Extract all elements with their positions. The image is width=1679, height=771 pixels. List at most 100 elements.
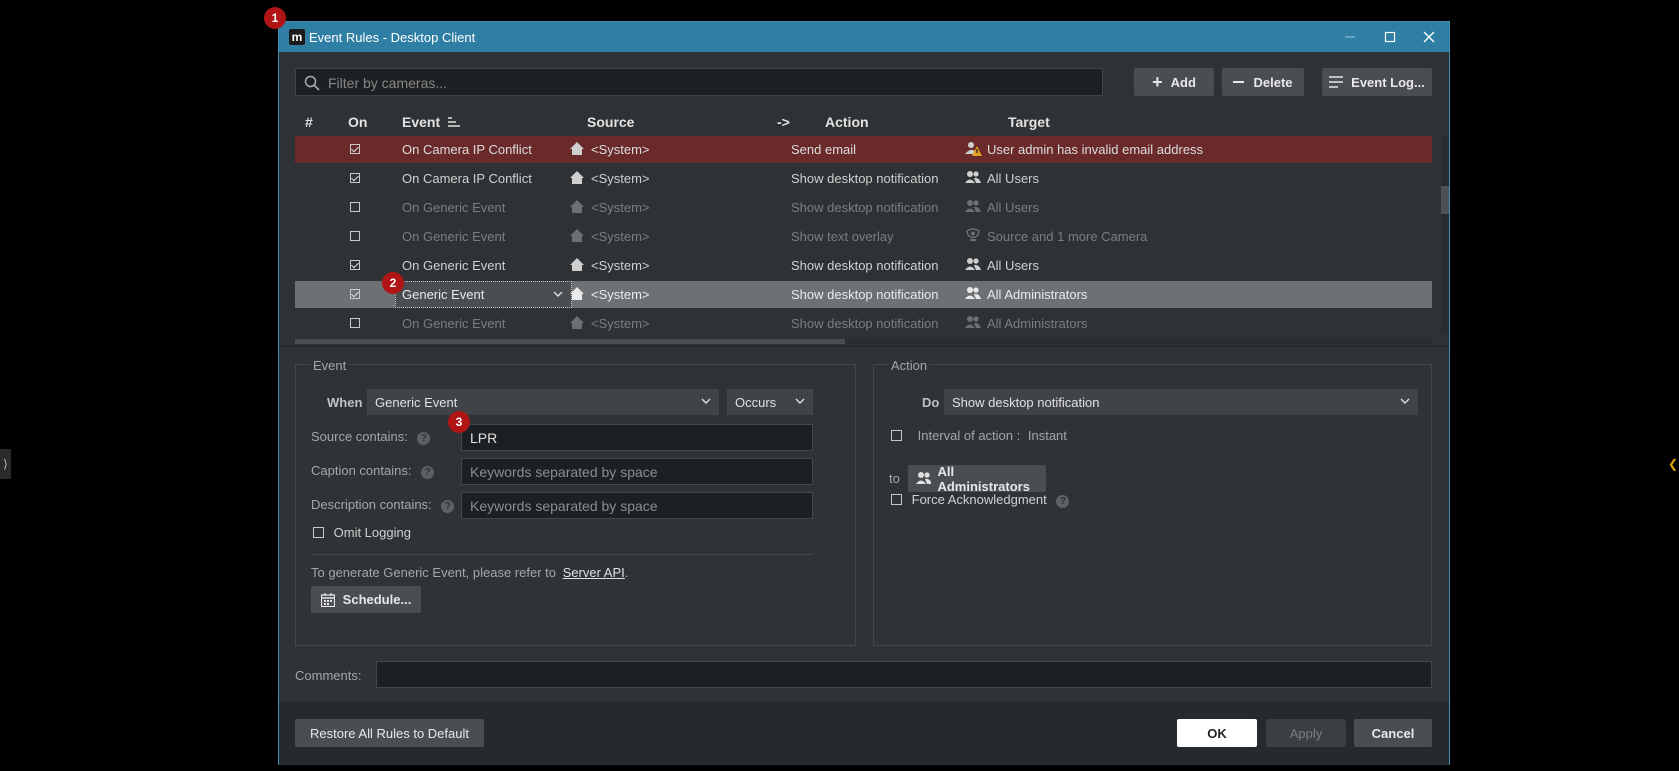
schedule-button[interactable]: Schedule... bbox=[311, 586, 421, 613]
restore-defaults-button[interactable]: Restore All Rules to Default bbox=[295, 719, 484, 747]
vertical-scrollbar-thumb[interactable] bbox=[1441, 186, 1449, 214]
table-row[interactable]: On Generic Event <System> Show desktop n… bbox=[295, 194, 1432, 221]
omit-logging-checkbox[interactable]: Omit Logging bbox=[313, 525, 411, 540]
help-icon[interactable]: ? bbox=[417, 432, 431, 445]
interval-checkbox[interactable]: Interval of action : Instant bbox=[891, 428, 1067, 443]
column-header-action[interactable]: Action bbox=[825, 114, 869, 130]
rule-action: Show desktop notification bbox=[791, 200, 939, 215]
caption-contains-input[interactable] bbox=[462, 459, 812, 484]
camera-icon bbox=[965, 228, 981, 243]
table-row[interactable]: On Generic Event <System> Show text over… bbox=[295, 223, 1432, 250]
column-header-target[interactable]: Target bbox=[1008, 114, 1050, 130]
cancel-button[interactable]: Cancel bbox=[1354, 719, 1432, 747]
description-contains-field[interactable] bbox=[461, 492, 813, 519]
ok-button[interactable]: OK bbox=[1177, 719, 1257, 747]
rule-target: All Administrators bbox=[987, 287, 1088, 302]
rule-target: User admin has invalid email address bbox=[987, 142, 1204, 157]
calendar-icon bbox=[320, 592, 335, 607]
server-api-link[interactable]: Server API bbox=[563, 565, 625, 580]
camera-filter[interactable] bbox=[295, 68, 1103, 97]
apply-button[interactable]: Apply bbox=[1266, 719, 1346, 747]
caption-contains-field[interactable] bbox=[461, 458, 813, 485]
column-header-source[interactable]: Source bbox=[587, 114, 634, 130]
horizontal-scrollbar-thumb[interactable] bbox=[295, 339, 845, 344]
camera-filter-input[interactable] bbox=[326, 69, 1090, 97]
help-icon[interactable]: ? bbox=[1056, 495, 1070, 508]
table-row[interactable]: On Generic Event <System> Show desktop n… bbox=[295, 252, 1432, 279]
close-button[interactable] bbox=[1414, 25, 1444, 49]
rule-action: Show desktop notification bbox=[791, 287, 939, 302]
event-log-button[interactable]: Event Log... bbox=[1322, 68, 1432, 96]
list-icon bbox=[1329, 76, 1344, 88]
api-info-prefix: To generate Generic Event, please refer … bbox=[311, 565, 556, 580]
chevron-down-icon bbox=[701, 398, 711, 404]
omit-logging-check[interactable] bbox=[313, 527, 324, 538]
event-type-combo[interactable]: Generic Event bbox=[367, 389, 719, 415]
action-type-combo[interactable]: Show desktop notification bbox=[944, 389, 1418, 415]
event-type-inline-combo[interactable]: Generic Event bbox=[395, 281, 572, 308]
right-panel-handle[interactable]: ❮ bbox=[1668, 452, 1679, 476]
rule-enabled-checkbox[interactable] bbox=[350, 231, 360, 241]
caption-contains-label: Caption contains: ? bbox=[311, 463, 435, 479]
event-state-combo[interactable]: Occurs bbox=[727, 389, 813, 415]
users-icon bbox=[965, 257, 981, 272]
rule-target: All Administrators bbox=[987, 316, 1088, 331]
column-header-on[interactable]: On bbox=[348, 114, 367, 130]
interval-label: Interval of action : bbox=[917, 428, 1021, 443]
table-row[interactable]: On Camera IP Conflict <System> Show desk… bbox=[295, 165, 1432, 192]
source-contains-input[interactable] bbox=[462, 425, 812, 450]
delete-button-label: Delete bbox=[1253, 74, 1293, 90]
force-acknowledgment-check[interactable] bbox=[891, 494, 902, 505]
interval-check[interactable] bbox=[891, 430, 902, 441]
left-panel-handle[interactable]: ⟩ bbox=[0, 449, 11, 479]
help-icon[interactable]: ? bbox=[421, 466, 435, 479]
rule-enabled-checkbox[interactable] bbox=[350, 289, 360, 299]
plus-icon: + bbox=[1152, 72, 1163, 92]
table-row[interactable]: On Generic Event <System> Show desktop n… bbox=[295, 310, 1432, 334]
warning-user-icon bbox=[965, 141, 983, 157]
rule-enabled-checkbox[interactable] bbox=[350, 202, 360, 212]
divider bbox=[311, 554, 813, 555]
schedule-button-label: Schedule... bbox=[342, 592, 412, 607]
users-icon bbox=[965, 315, 981, 330]
rule-enabled-checkbox[interactable] bbox=[350, 318, 360, 328]
delete-button[interactable]: Delete bbox=[1222, 68, 1304, 96]
home-icon bbox=[569, 141, 585, 156]
event-state-value: Occurs bbox=[735, 395, 777, 410]
table-row[interactable]: On Camera IP Conflict <System> Send emai… bbox=[295, 136, 1432, 163]
comments-label: Comments: bbox=[295, 668, 362, 683]
home-icon bbox=[569, 199, 585, 214]
table-row[interactable]: Generic Event <System> Show desktop noti… bbox=[295, 281, 1432, 308]
help-icon[interactable]: ? bbox=[441, 500, 455, 513]
source-contains-field[interactable] bbox=[461, 424, 813, 451]
rule-target: All Users bbox=[987, 171, 1040, 186]
force-acknowledgment-label: Force Acknowledgment bbox=[911, 492, 1047, 507]
rule-target: Source and 1 more Camera bbox=[987, 229, 1148, 244]
cancel-label: Cancel bbox=[1371, 725, 1415, 741]
rule-enabled-checkbox[interactable] bbox=[350, 173, 360, 183]
rule-action: Show desktop notification bbox=[791, 258, 939, 273]
maximize-button[interactable] bbox=[1375, 25, 1405, 49]
search-icon bbox=[304, 75, 320, 91]
home-icon bbox=[569, 170, 585, 185]
description-contains-label: Description contains: ? bbox=[311, 497, 455, 513]
apply-label: Apply bbox=[1289, 725, 1323, 741]
comments-field[interactable] bbox=[376, 661, 1432, 688]
column-header-event-label: Event bbox=[402, 114, 441, 130]
horizontal-scrollbar[interactable] bbox=[295, 339, 1432, 344]
title-bar[interactable]: m Event Rules - Desktop Client bbox=[279, 22, 1449, 52]
comments-input[interactable] bbox=[377, 662, 1431, 687]
add-button[interactable]: + Add bbox=[1134, 68, 1214, 96]
vertical-scrollbar[interactable] bbox=[1441, 136, 1449, 334]
force-acknowledgment-checkbox[interactable]: Force Acknowledgment ? bbox=[891, 492, 1070, 508]
rule-enabled-checkbox[interactable] bbox=[350, 260, 360, 270]
column-header-event[interactable]: Event bbox=[402, 114, 461, 130]
rule-enabled-checkbox[interactable] bbox=[350, 144, 360, 154]
event-rules-window: m Event Rules - Desktop Client + Add Del… bbox=[278, 21, 1450, 765]
minimize-button[interactable] bbox=[1335, 25, 1365, 49]
rule-event: On Camera IP Conflict bbox=[402, 171, 532, 186]
description-contains-input[interactable] bbox=[462, 493, 812, 518]
event-panel-title: Event bbox=[311, 358, 349, 373]
users-icon bbox=[965, 199, 981, 214]
target-users-button[interactable]: All Administrators bbox=[908, 464, 1046, 494]
